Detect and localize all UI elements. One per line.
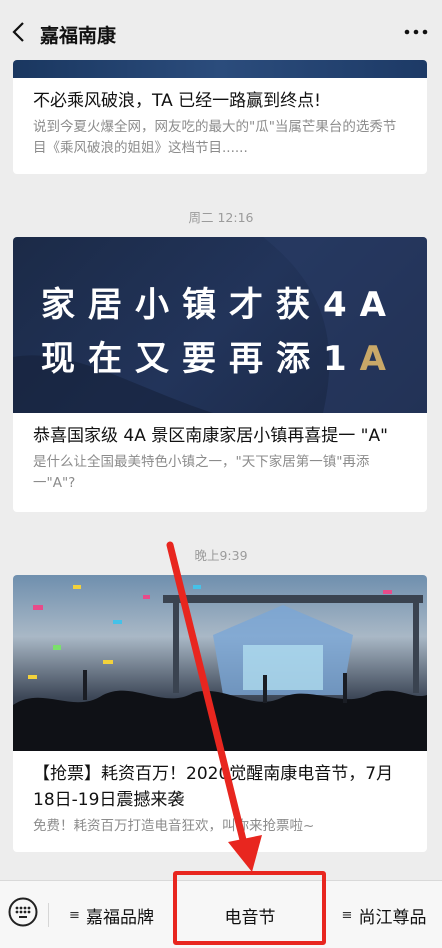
article-cover: 家居小镇才获4A 现在又要再添1A <box>13 237 427 413</box>
article-cover <box>13 60 427 78</box>
menu-item-brand[interactable]: ≡ 嘉福品牌 <box>49 881 174 948</box>
menu-bars-icon: ≡ <box>341 907 353 923</box>
article-cover <box>13 575 427 751</box>
keyboard-icon[interactable] <box>8 897 38 927</box>
article-card[interactable]: 家居小镇才获4A 现在又要再添1A 恭喜国家级 4A 景区南康家居小镇再喜提一 … <box>13 237 427 512</box>
cover-line-1: 家居小镇才获4A <box>41 285 399 325</box>
nav-bar: 嘉福南康 <box>0 0 442 64</box>
menu-item-premium[interactable]: ≡ 尚江尊品 <box>326 881 442 948</box>
menu-bars-icon: ≡ <box>69 907 80 923</box>
article-card[interactable]: 不必乘风破浪，TA 已经一路赢到终点! 说到今夏火爆全网，网友吃的最大的"瓜"当… <box>13 60 427 174</box>
cover-line-2: 现在又要再添1A <box>13 331 427 380</box>
menu-item-label: 嘉福品牌 <box>85 907 154 928</box>
concert-scene <box>13 585 427 751</box>
timestamp: 晚上9:39 <box>194 548 248 563</box>
page-title: 嘉福南康 <box>40 25 117 47</box>
article-title: 恭喜国家级 4A 景区南康家居小镇再喜提一 "A" <box>33 426 388 446</box>
article-desc: 是什么让全国最美特色小镇之一，"天下家居第一镇"再添一"A"? <box>33 454 370 491</box>
article-card[interactable]: 【抢票】耗资百万！2020觉醒南康电音节，7月18日-19日震撼来袭 免费！耗资… <box>13 575 427 852</box>
article-title: 【抢票】耗资百万！2020觉醒南康电音节，7月18日-19日震撼来袭 <box>33 764 394 810</box>
highlight-box <box>173 871 326 945</box>
menu-item-label: 尚江尊品 <box>358 907 427 928</box>
cover-line-2-text: 现在又要再添1 <box>41 339 360 379</box>
article-title: 不必乘风破浪，TA 已经一路赢到终点! <box>33 91 321 111</box>
cover-line-2-accent: A <box>359 339 399 379</box>
article-desc: 说到今夏火爆全网，网友吃的最大的"瓜"当属芒果台的选秀节目《乘风破浪的姐姐》这档… <box>33 119 397 156</box>
article-desc: 免费！耗资百万打造电音狂欢，叫你来抢票啦~ <box>33 818 315 834</box>
back-arrow-icon[interactable] <box>8 20 32 44</box>
more-dots-icon[interactable] <box>404 22 428 42</box>
timestamp: 周二 12:16 <box>188 210 254 225</box>
